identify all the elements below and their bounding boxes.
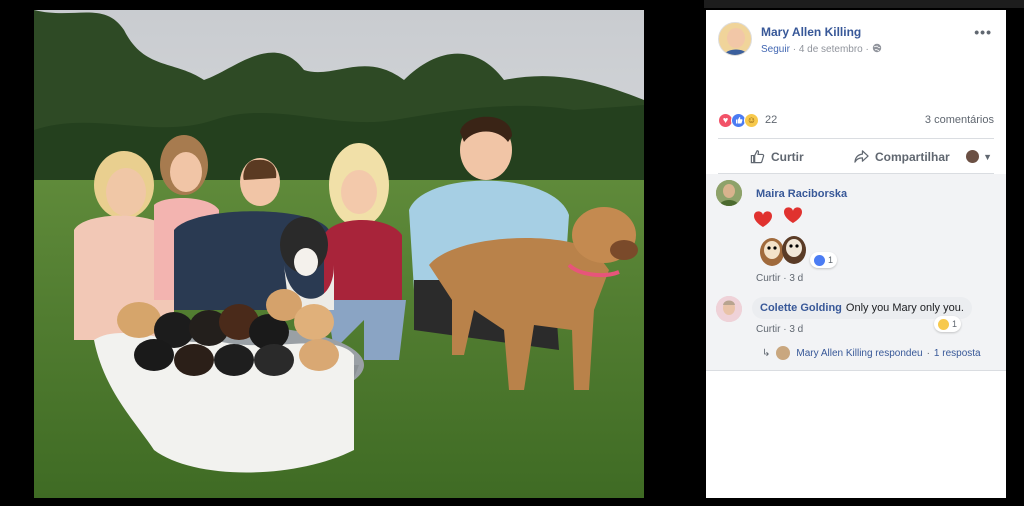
share-label: Compartilhar (875, 149, 950, 164)
viewer-avatar (966, 150, 980, 163)
photo-viewer (0, 0, 704, 506)
haha-reaction-icon (938, 318, 949, 330)
post-side-panel: Mary Allen Killing Seguir · 4 de setembr… (706, 10, 1006, 498)
chevron-down-icon: ▼ (983, 151, 992, 162)
commenter-name[interactable]: Colette Golding (760, 302, 842, 314)
author-portrait-icon (719, 23, 751, 55)
commenter-avatar[interactable] (716, 296, 742, 322)
post-meta: Seguir · 4 de setembro · (761, 43, 882, 55)
post-photo[interactable] (34, 10, 644, 498)
comment-reaction-count: 1 (828, 255, 834, 265)
post-header: Mary Allen Killing Seguir · 4 de setembr… (706, 10, 1006, 70)
globe-icon (872, 43, 882, 55)
follow-link[interactable]: Seguir (761, 44, 790, 55)
reply-count: 1 resposta (933, 347, 981, 359)
view-replies-link[interactable]: ↳ Mary Allen Killing respondeu · 1 respo… (762, 346, 981, 360)
divider (706, 370, 1006, 371)
reply-arrow-icon: ↳ (762, 347, 771, 359)
commenter-avatar[interactable] (716, 180, 742, 206)
comments-section (706, 174, 1006, 370)
divider (718, 138, 994, 139)
reaction-summary[interactable]: ♥ ☺ 22 (718, 111, 777, 129)
comment-like-link[interactable]: Curtir (756, 273, 780, 284)
reply-text: Mary Allen Killing respondeu (796, 347, 923, 359)
haha-reaction-icon: ☺ (744, 112, 759, 128)
like-label: Curtir (771, 149, 804, 164)
comment-time[interactable]: 3 d (789, 324, 803, 335)
post-date[interactable]: 4 de setembro (799, 44, 863, 55)
comment-meta: Curtir · 3 d (756, 324, 803, 335)
hearts-dogs-sticker (748, 206, 814, 270)
comment-count-link[interactable]: 3 comentários (925, 114, 994, 126)
meta-separator: · (792, 44, 797, 55)
meta-separator: · (926, 347, 930, 359)
share-button[interactable]: Compartilhar (854, 149, 950, 164)
thumbs-up-icon (750, 150, 765, 164)
comment-like-link[interactable]: Curtir (756, 324, 780, 335)
react-as-selector[interactable]: ▼ (966, 150, 992, 163)
commenter-name[interactable]: Maira Raciborska (756, 188, 847, 200)
share-arrow-icon (854, 150, 869, 163)
comment-text: Only you Mary only you. (845, 302, 964, 314)
more-options-button[interactable]: ••• (974, 24, 992, 40)
post-actions: Curtir Compartilhar ▼ (718, 142, 994, 172)
replier-avatar (776, 346, 791, 360)
comment-reaction-badge[interactable]: 1 (810, 252, 838, 268)
reaction-count: 22 (765, 114, 778, 126)
meta-separator: · (865, 44, 869, 55)
family-with-puppies-photo (34, 10, 644, 498)
comment-reaction-count: 1 (952, 319, 958, 329)
comment-time[interactable]: 3 d (789, 273, 803, 284)
like-button[interactable]: Curtir (750, 149, 804, 164)
author-avatar[interactable] (718, 22, 752, 56)
like-reaction-icon (814, 254, 825, 266)
comment-reaction-badge[interactable]: 1 (934, 316, 962, 332)
comment-meta: Curtir · 3 d (756, 273, 803, 284)
author-name[interactable]: Mary Allen Killing (761, 25, 861, 39)
